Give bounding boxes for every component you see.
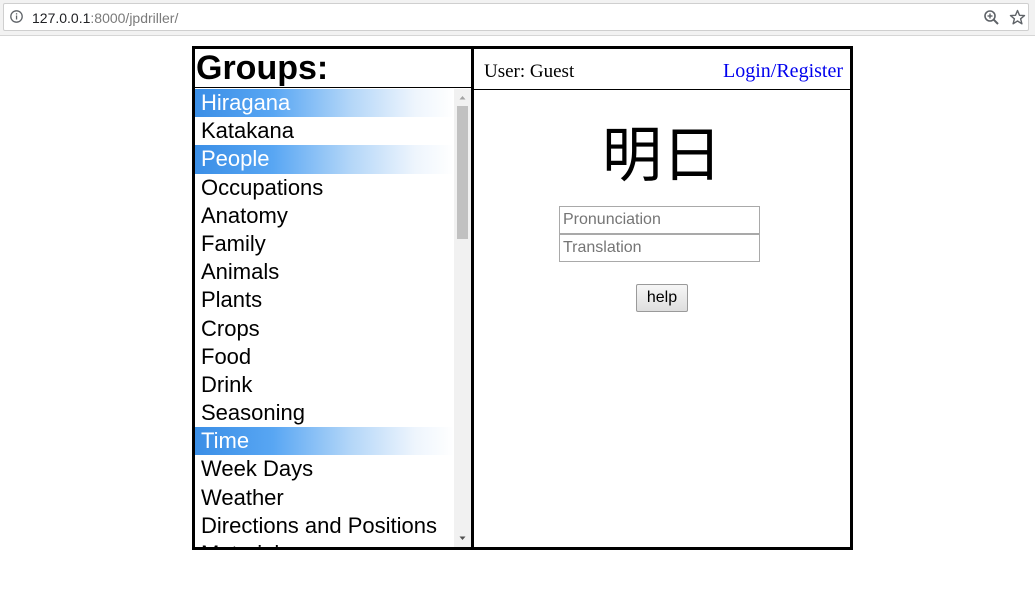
kanji-prompt: 明日: [602, 121, 722, 191]
url-path: :8000/jpdriller/: [90, 10, 179, 26]
user-label: User: Guest: [484, 61, 575, 82]
address-bar[interactable]: 127.0.0.1:8000/jpdriller/: [3, 3, 1029, 31]
translation-input[interactable]: [559, 234, 760, 262]
group-item[interactable]: Katakana: [195, 117, 454, 145]
group-item[interactable]: Drink: [195, 371, 454, 399]
group-item[interactable]: Time: [195, 427, 454, 456]
group-item[interactable]: Animals: [195, 258, 454, 286]
group-item[interactable]: Directions and Positions: [195, 512, 454, 540]
group-item[interactable]: Crops: [195, 315, 454, 343]
groups-divider: [195, 87, 471, 88]
header-divider: [474, 89, 850, 90]
scroll-up-arrow-icon[interactable]: [454, 91, 471, 105]
group-item[interactable]: People: [195, 145, 454, 174]
group-item[interactable]: Week Days: [195, 455, 454, 483]
info-icon[interactable]: [10, 10, 23, 23]
group-item[interactable]: Weather: [195, 484, 454, 512]
url-host: 127.0.0.1: [32, 10, 91, 26]
zoom-icon[interactable]: [983, 9, 1000, 26]
jpdriller-app: Groups: Hiragana Katakana People Occupation…: [192, 46, 853, 550]
group-item[interactable]: Food: [195, 343, 454, 371]
pronunciation-input[interactable]: [559, 206, 760, 234]
group-item[interactable]: Occupations: [195, 174, 454, 202]
group-item[interactable]: Anatomy: [195, 202, 454, 230]
url-text[interactable]: 127.0.0.1:8000/jpdriller/: [32, 10, 178, 26]
browser-toolbar: 127.0.0.1:8000/jpdriller/: [0, 0, 1035, 36]
groups-title: Groups:: [196, 49, 329, 87]
star-icon[interactable]: [1009, 9, 1026, 26]
group-item[interactable]: Materials: [195, 540, 454, 547]
scroll-thumb[interactable]: [457, 106, 468, 239]
group-item[interactable]: Family: [195, 230, 454, 258]
login-register-link[interactable]: Login/Register: [723, 60, 843, 83]
group-item[interactable]: Seasoning: [195, 399, 454, 427]
group-item[interactable]: Hiragana: [195, 89, 454, 118]
group-list[interactable]: Hiragana Katakana People Occupations Anatomy…: [195, 89, 454, 547]
scroll-down-arrow-icon[interactable]: [454, 531, 471, 545]
drill-panel: User: Guest Login/Register 明日 help: [474, 49, 850, 547]
group-item[interactable]: Plants: [195, 286, 454, 314]
group-list-scrollbar[interactable]: [454, 89, 471, 547]
help-button[interactable]: help: [636, 284, 688, 312]
groups-panel: Groups: Hiragana Katakana People Occupation…: [195, 49, 474, 547]
